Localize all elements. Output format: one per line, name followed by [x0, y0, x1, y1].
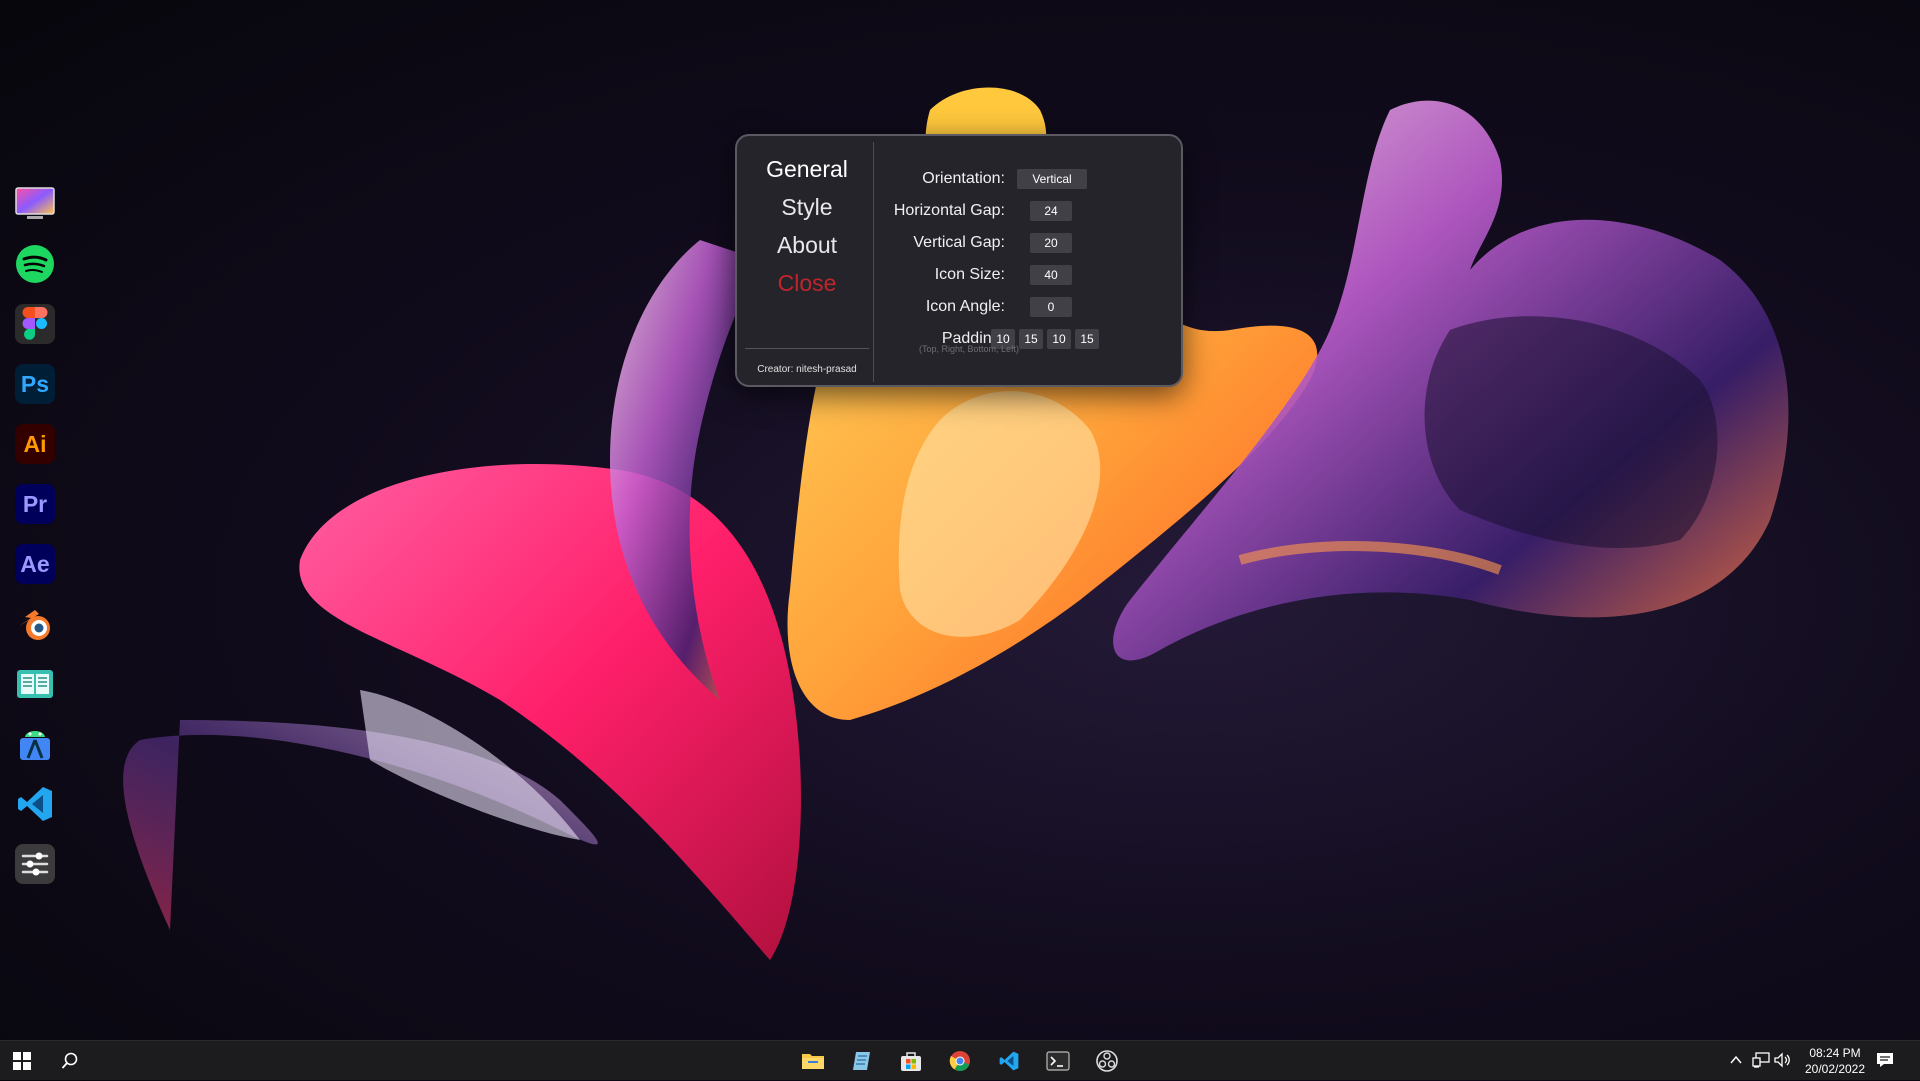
terminal-button[interactable] — [1036, 1041, 1080, 1081]
clock-date: 20/02/2022 — [1804, 1062, 1866, 1076]
orientation-row: Orientation: Vertical — [875, 167, 1175, 193]
creator-credit: Creator: nitesh-prasad — [757, 364, 857, 375]
chrome-button[interactable] — [938, 1041, 982, 1081]
display-app-icon[interactable] — [15, 184, 55, 224]
search-icon — [61, 1052, 78, 1069]
search-button[interactable] — [48, 1041, 92, 1081]
notification-icon — [1877, 1053, 1893, 1067]
icon-angle-input[interactable]: 0 — [1030, 297, 1072, 317]
sliders-settings-icon[interactable] — [15, 844, 55, 884]
icon-size-input[interactable]: 40 — [1030, 265, 1072, 285]
show-hidden-icons[interactable] — [1725, 1049, 1747, 1071]
settings-sidebar: General Style About Close Creator: nites… — [743, 142, 874, 382]
blender-icon[interactable] — [15, 604, 55, 644]
desktop: Ps Ai Pr Ae General Style About Close Cr… — [0, 0, 1920, 1040]
vscode-taskbar-button[interactable] — [987, 1041, 1031, 1081]
clock-time: 08:24 PM — [1809, 1046, 1861, 1060]
file-explorer-button[interactable] — [791, 1041, 835, 1081]
icon-angle-row: Icon Angle: 0 — [875, 295, 1175, 321]
horizontal-gap-row: Horizontal Gap: 24 — [875, 199, 1175, 225]
vertical-gap-row: Vertical Gap: 20 — [875, 231, 1175, 257]
padding-left-input[interactable]: 15 — [1075, 329, 1099, 349]
chrome-icon — [949, 1051, 970, 1072]
padding-hint: (Top, Right, Bottom, Left) — [918, 344, 1020, 354]
premiere-pro-icon[interactable]: Pr — [15, 484, 55, 524]
android-studio-icon[interactable] — [15, 724, 55, 764]
dock-settings-window: General Style About Close Creator: nites… — [735, 134, 1183, 387]
taskbar-clock[interactable]: 08:24 PM 20/02/2022 — [1790, 1045, 1880, 1077]
sidebar-divider — [745, 348, 869, 349]
spotify-icon[interactable] — [15, 244, 55, 284]
obs-icon — [1096, 1050, 1118, 1072]
reader-app-icon[interactable] — [15, 664, 55, 704]
taskbar: 08:24 PM 20/02/2022 — [0, 1040, 1920, 1080]
folder-icon — [802, 1054, 824, 1069]
nav-close[interactable]: Close — [743, 270, 871, 297]
terminal-icon — [1046, 1051, 1070, 1071]
microsoft-store-button[interactable] — [889, 1041, 933, 1081]
padding-bottom-input[interactable]: 10 — [1047, 329, 1071, 349]
orientation-label: Orientation: — [922, 170, 1005, 187]
action-center-button[interactable] — [1874, 1049, 1896, 1071]
windows-icon — [13, 1052, 31, 1070]
nav-general[interactable]: General — [743, 156, 871, 183]
horizontal-gap-label: Horizontal Gap: — [893, 202, 1005, 219]
nav-about[interactable]: About — [743, 232, 871, 259]
nav-style[interactable]: Style — [743, 194, 871, 221]
orientation-select[interactable]: Vertical — [1017, 169, 1087, 189]
network-tray[interactable] — [1750, 1049, 1772, 1071]
notes-icon — [853, 1052, 870, 1070]
vscode-icon[interactable] — [15, 784, 55, 824]
photoshop-icon[interactable]: Ps — [15, 364, 55, 404]
horizontal-gap-input[interactable]: 24 — [1030, 201, 1072, 221]
icon-angle-label: Icon Angle: — [925, 298, 1005, 315]
icon-size-row: Icon Size: 40 — [875, 263, 1175, 289]
network-icon — [1752, 1052, 1770, 1068]
vscode-icon — [999, 1051, 1019, 1071]
after-effects-icon[interactable]: Ae — [15, 544, 55, 584]
figma-icon[interactable] — [15, 304, 55, 344]
store-icon — [901, 1052, 921, 1071]
vertical-gap-label: Vertical Gap: — [913, 234, 1005, 251]
obs-studio-button[interactable] — [1085, 1041, 1129, 1081]
icon-size-label: Icon Size: — [934, 266, 1005, 283]
start-button[interactable] — [0, 1041, 44, 1081]
illustrator-icon[interactable]: Ai — [15, 424, 55, 464]
vertical-gap-input[interactable]: 20 — [1030, 233, 1072, 253]
notes-app-button[interactable] — [840, 1041, 884, 1081]
chevron-up-icon — [1730, 1055, 1742, 1064]
